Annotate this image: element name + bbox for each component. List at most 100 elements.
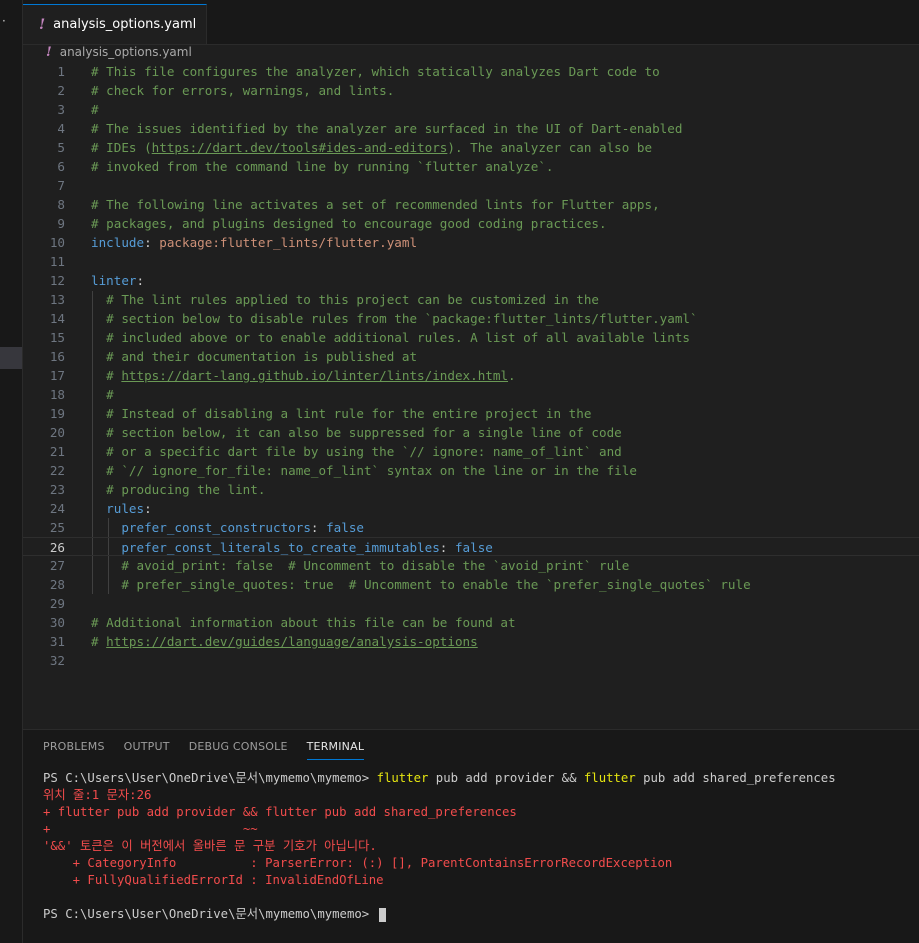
- code-token: # avoid_print: false # Uncomment to disa…: [121, 558, 630, 573]
- panel-tab-terminal[interactable]: TERMINAL: [306, 740, 365, 760]
- code-line[interactable]: 12 linter:: [23, 271, 919, 290]
- code-token: ). The analyzer can also be: [447, 140, 653, 155]
- code-line[interactable]: 20 # section below, it can also be suppr…: [23, 423, 919, 442]
- code-line[interactable]: 15 # included above or to enable additio…: [23, 328, 919, 347]
- line-number: 32: [49, 653, 65, 668]
- code-line[interactable]: 24 rules:: [23, 499, 919, 518]
- terminal-text: flutter: [376, 771, 429, 785]
- code-line[interactable]: 25 prefer_const_constructors: false: [23, 518, 919, 537]
- code-line[interactable]: 10 include: package:flutter_lints/flutter…: [23, 233, 919, 252]
- code-text: # producing the lint.: [91, 480, 265, 499]
- terminal-output[interactable]: PS C:\Users\User\OneDrive\문서\mymemo\myme…: [43, 770, 909, 923]
- code-line[interactable]: 4 # The issues identified by the analyzer…: [23, 119, 919, 138]
- code-text: linter:: [91, 271, 144, 290]
- code-token: # and their documentation is published a…: [106, 349, 418, 364]
- line-number: 14: [49, 311, 65, 326]
- code-link[interactable]: https://dart-lang.github.io/linter/lints…: [121, 368, 508, 383]
- terminal-line: '&&' 토큰은 이 버전에서 올바른 문 구분 기호가 아닙니다.: [43, 838, 909, 855]
- code-line[interactable]: 23 # producing the lint.: [23, 480, 919, 499]
- code-line[interactable]: 21 # or a specific dart file by using th…: [23, 442, 919, 461]
- terminal-line: PS C:\Users\User\OneDrive\문서\mymemo\myme…: [43, 770, 909, 787]
- line-number: 17: [49, 368, 65, 383]
- terminal-text: + ~~: [43, 822, 258, 836]
- code-link[interactable]: https://dart.dev/guides/language/analysi…: [106, 634, 478, 649]
- code-text: prefer_const_literals_to_create_immutabl…: [91, 538, 493, 557]
- code-line[interactable]: 7: [23, 176, 919, 195]
- explorer-selected-item[interactable]: [0, 347, 22, 369]
- code-line[interactable]: 18 #: [23, 385, 919, 404]
- code-token: package:flutter_lints/flutter.yaml: [159, 235, 418, 250]
- line-number: 1: [57, 64, 65, 79]
- code-text: # packages, and plugins designed to enco…: [91, 214, 607, 233]
- panel-tab-problems[interactable]: PROBLEMS: [43, 740, 105, 760]
- code-line[interactable]: 13 # The lint rules applied to this proj…: [23, 290, 919, 309]
- code-line[interactable]: 17 # https://dart-lang.github.io/linter/…: [23, 366, 919, 385]
- code-link[interactable]: https://dart.dev/tools#ides-and-editors: [152, 140, 448, 155]
- more-icon[interactable]: ·: [2, 14, 6, 28]
- code-text: # invoked from the command line by runni…: [91, 157, 554, 176]
- code-token: :: [144, 235, 160, 250]
- line-number: 29: [49, 596, 65, 611]
- panel-tab-output[interactable]: OUTPUT: [124, 740, 170, 760]
- code-line[interactable]: 1 # This file configures the analyzer, wh…: [23, 62, 919, 81]
- code-line[interactable]: 26 prefer_const_literals_to_create_immut…: [23, 537, 919, 556]
- code-token: # This file configures the analyzer, whi…: [91, 64, 660, 79]
- editor-tab[interactable]: ! analysis_options.yaml: [23, 4, 207, 44]
- code-line[interactable]: 32: [23, 651, 919, 670]
- code-token: prefer_const_literals_to_create_immutabl…: [121, 540, 440, 555]
- code-token: rules: [106, 501, 145, 516]
- code-line[interactable]: 19 # Instead of disabling a lint rule fo…: [23, 404, 919, 423]
- code-token: # producing the lint.: [106, 482, 266, 497]
- tab-bar: ! analysis_options.yaml: [23, 0, 919, 45]
- code-token: :: [310, 520, 327, 535]
- terminal-line: + flutter pub add provider && flutter pu…: [43, 804, 909, 821]
- code-line[interactable]: 14 # section below to disable rules from…: [23, 309, 919, 328]
- code-text: # included above or to enable additional…: [91, 328, 690, 347]
- code-line[interactable]: 31 # https://dart.dev/guides/language/ana…: [23, 632, 919, 651]
- code-editor[interactable]: 1 # This file configures the analyzer, wh…: [23, 62, 919, 672]
- code-line[interactable]: 22 # `// ignore_for_file: name_of_lint` …: [23, 461, 919, 480]
- terminal-cursor: [378, 907, 386, 922]
- terminal-line: PS C:\Users\User\OneDrive\문서\mymemo\myme…: [43, 906, 909, 923]
- activity-strip: ·: [0, 0, 23, 943]
- code-token: prefer_const_constructors: [121, 520, 311, 535]
- code-line[interactable]: 16 # and their documentation is publishe…: [23, 347, 919, 366]
- code-token: :: [439, 540, 455, 555]
- code-token: # section below to disable rules from th…: [106, 311, 698, 326]
- code-line[interactable]: 27 # avoid_print: false # Uncomment to d…: [23, 556, 919, 575]
- line-number: 20: [49, 425, 65, 440]
- line-number: 11: [49, 254, 65, 269]
- code-token: false: [326, 520, 364, 535]
- terminal-text: + flutter pub add provider && flutter pu…: [43, 805, 517, 819]
- breadcrumb-file[interactable]: analysis_options.yaml: [60, 45, 192, 59]
- breadcrumb[interactable]: ! analysis_options.yaml: [46, 42, 192, 62]
- code-token: # The lint rules applied to this project…: [106, 292, 600, 307]
- code-line[interactable]: 11: [23, 252, 919, 271]
- code-line[interactable]: 29: [23, 594, 919, 613]
- code-line[interactable]: 28 # prefer_single_quotes: true # Uncomm…: [23, 575, 919, 594]
- code-token: :: [144, 501, 152, 516]
- tab-label: analysis_options.yaml: [53, 17, 197, 32]
- terminal-text: + FullyQualifiedErrorId : InvalidEndOfLi…: [43, 873, 384, 887]
- code-line[interactable]: 2 # check for errors, warnings, and lints…: [23, 81, 919, 100]
- code-line[interactable]: 6 # invoked from the command line by runn…: [23, 157, 919, 176]
- code-line[interactable]: 9 # packages, and plugins designed to enc…: [23, 214, 919, 233]
- line-number: 23: [49, 482, 65, 497]
- code-line[interactable]: 30 # Additional information about this fi…: [23, 613, 919, 632]
- code-text: # https://dart-lang.github.io/linter/lin…: [91, 366, 515, 385]
- code-text: # and their documentation is published a…: [91, 347, 417, 366]
- code-text: # The lint rules applied to this project…: [91, 290, 599, 309]
- terminal-text: '&&' 토큰은 이 버전에서 올바른 문 구분 기호가 아닙니다.: [43, 839, 377, 853]
- code-line[interactable]: 8 # The following line activates a set of…: [23, 195, 919, 214]
- code-line[interactable]: 3 #: [23, 100, 919, 119]
- code-text: # or a specific dart file by using the `…: [91, 442, 622, 461]
- code-token: # Instead of disabling a lint rule for t…: [106, 406, 592, 421]
- panel-tab-debug-console[interactable]: DEBUG CONSOLE: [189, 740, 288, 760]
- code-line[interactable]: 5 # IDEs (https://dart.dev/tools#ides-and…: [23, 138, 919, 157]
